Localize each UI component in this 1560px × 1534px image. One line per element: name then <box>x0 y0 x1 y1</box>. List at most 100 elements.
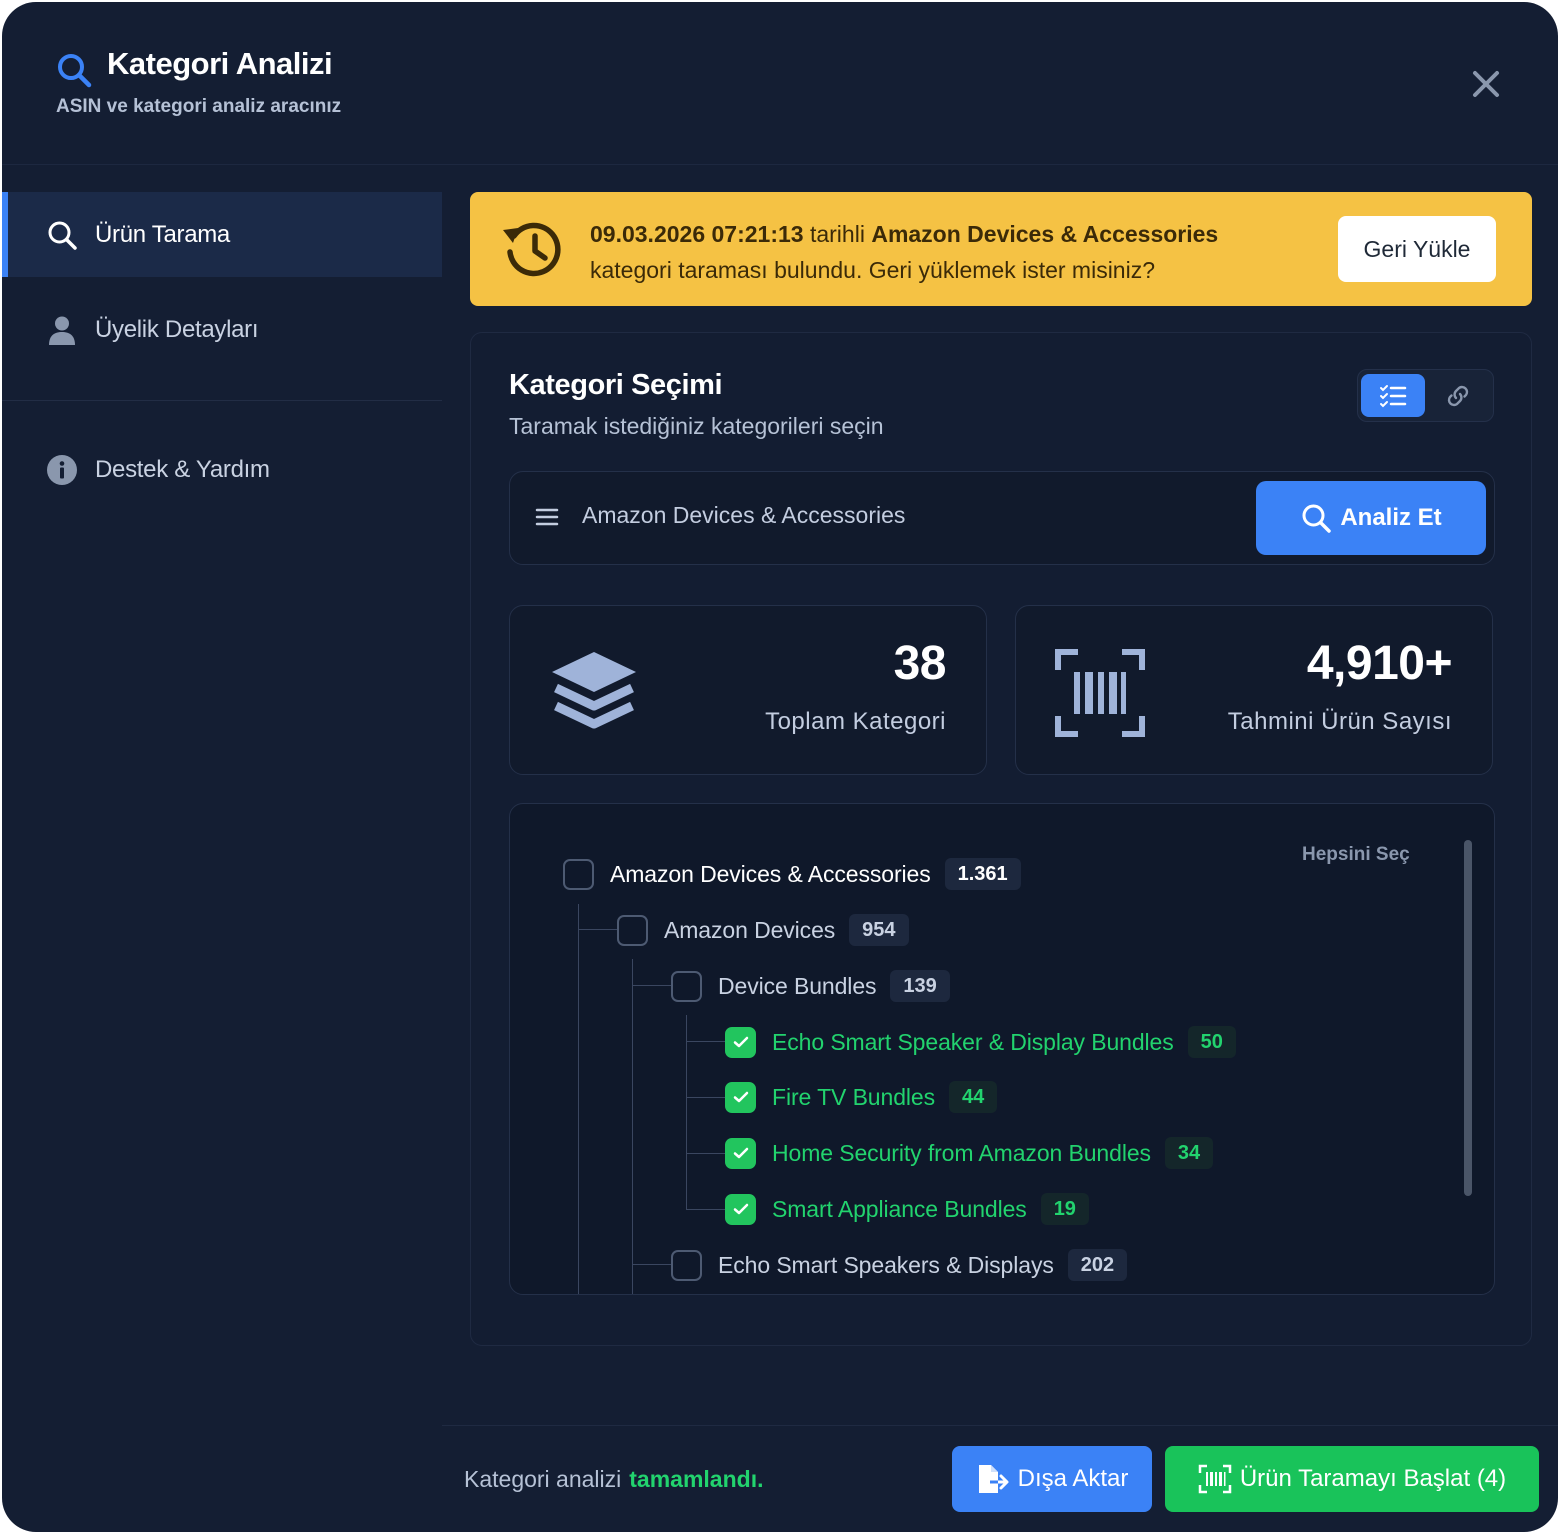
search-icon <box>46 219 78 251</box>
category-tree: Hepsini Seç Amazon Devices & Accessories… <box>509 803 1495 1295</box>
tree-guide <box>578 904 579 1294</box>
select-all-button[interactable]: Hepsini Seç <box>1302 844 1410 866</box>
status-value: tamamlandı. <box>629 1466 764 1492</box>
check-icon <box>733 1147 748 1159</box>
tree-guide <box>578 929 618 930</box>
panel-subtitle: Taramak istediğiniz kategorileri seçin <box>509 413 884 439</box>
sidebar-item-urun-tarama[interactable]: Ürün Tarama <box>2 192 442 277</box>
tree-row[interactable]: Echo Smart Speaker & Display Bundles 50 <box>725 1022 1236 1062</box>
checkbox[interactable] <box>671 1249 702 1281</box>
tree-row-label: Fire TV Bundles <box>772 1083 935 1110</box>
sidebar-item-label: Ürün Tarama <box>95 220 230 248</box>
check-icon <box>733 1091 748 1103</box>
tree-row-label: Smart Appliance Bundles <box>772 1195 1027 1222</box>
checkbox[interactable] <box>563 858 594 890</box>
app-window: Kategori Analizi ASIN ve kategori analiz… <box>2 2 1558 1532</box>
tree-row[interactable]: Home Security from Amazon Bundles 34 <box>725 1133 1214 1173</box>
checkbox[interactable] <box>725 1193 756 1225</box>
tree-row[interactable]: Amazon Devices 954 <box>617 910 909 950</box>
header: Kategori Analizi ASIN ve kategori analiz… <box>2 2 1558 165</box>
panel-title: Kategori Seçimi <box>509 369 723 401</box>
barcode-icon <box>1055 649 1145 737</box>
start-scan-label: Ürün Taramayı Başlat (4) <box>1239 1465 1507 1492</box>
check-icon <box>733 1203 748 1215</box>
count-badge: 139 <box>890 970 950 1002</box>
count-badge: 19 <box>1040 1193 1089 1225</box>
tree-row[interactable]: Amazon Devices & Accessories 1.361 <box>563 854 1021 894</box>
sidebar-item-label: Destek & Yardım <box>95 455 270 483</box>
sidebar: Ürün Tarama Üyelik Detayları Destek & Ya… <box>2 165 442 1532</box>
view-mode-toggle <box>1357 369 1494 422</box>
total-categories-card: 38 Toplam Kategori <box>509 605 987 775</box>
tree-guide <box>686 1097 726 1098</box>
tree-guide <box>686 1209 726 1210</box>
count-badge: 202 <box>1067 1249 1128 1281</box>
check-icon <box>733 1036 748 1048</box>
app-subtitle: ASIN ve kategori analiz aracınız <box>56 96 342 117</box>
search-icon <box>58 54 92 88</box>
start-scan-button[interactable]: Ürün Taramayı Başlat (4) <box>1165 1446 1539 1512</box>
checkbox[interactable] <box>617 914 648 946</box>
tree-row-label: Echo Smart Speaker & Display Bundles <box>772 1028 1174 1055</box>
analyze-button[interactable]: Analiz Et <box>1256 481 1486 555</box>
info-icon <box>46 454 78 486</box>
count-badge: 954 <box>849 914 909 946</box>
banner-line2: kategori taraması bulundu. Geri yüklemek… <box>590 257 1156 283</box>
search-icon <box>1302 504 1332 533</box>
tree-row[interactable]: Fire TV Bundles 44 <box>725 1077 998 1117</box>
total-categories-value: 38 <box>893 637 947 690</box>
app-title: Kategori Analizi <box>107 46 333 81</box>
tree-row[interactable]: Echo Smart Speakers & Displays 202 <box>671 1245 1128 1285</box>
total-categories-label: Toplam Kategori <box>765 708 946 735</box>
banner-mid: tarihli <box>803 221 872 247</box>
count-badge: 44 <box>948 1081 998 1113</box>
menu-icon[interactable] <box>534 504 560 530</box>
file-export-icon <box>978 1465 1009 1493</box>
tree-guide <box>686 1041 726 1042</box>
count-badge: 34 <box>1164 1137 1214 1169</box>
tree-row-label: Amazon Devices <box>664 916 836 943</box>
link-icon <box>1447 385 1469 406</box>
checkbox[interactable] <box>671 970 702 1002</box>
link-view-button[interactable] <box>1426 374 1490 417</box>
close-icon[interactable] <box>1466 64 1506 104</box>
tree-row-label: Amazon Devices & Accessories <box>610 860 931 887</box>
list-view-button[interactable] <box>1361 374 1425 417</box>
analyze-label: Analiz Et <box>1340 504 1442 531</box>
tree-guide <box>632 1264 672 1265</box>
tree-row-label: Home Security from Amazon Bundles <box>772 1139 1151 1166</box>
count-badge: 1.361 <box>944 858 1021 890</box>
tree-guide <box>632 985 672 986</box>
estimated-products-card: 4,910+ Tahmini Ürün Sayısı <box>1015 605 1493 775</box>
scrollbar[interactable] <box>1464 840 1472 1196</box>
tree-row-label: Device Bundles <box>718 972 877 999</box>
restore-banner: 09.03.2026 07:21:13 tarihli Amazon Devic… <box>470 192 1532 306</box>
history-icon <box>503 222 561 277</box>
checklist-icon <box>1380 384 1407 407</box>
restore-button[interactable]: Geri Yükle <box>1338 216 1496 282</box>
tree-guide <box>686 1015 687 1209</box>
export-label: Dışa Aktar <box>1017 1465 1129 1492</box>
user-icon <box>46 314 78 346</box>
count-badge: 50 <box>1187 1026 1236 1058</box>
banner-category: Amazon Devices & Accessories <box>871 221 1219 247</box>
tree-guide <box>686 1153 726 1154</box>
estimated-products-label: Tahmini Ürün Sayısı <box>1227 708 1452 735</box>
category-search-bar: Amazon Devices & Accessories Analiz Et <box>509 471 1495 565</box>
banner-date: 09.03.2026 07:21:13 <box>590 221 804 247</box>
sidebar-item-label: Üyelik Detayları <box>95 315 259 343</box>
category-search-input[interactable]: Amazon Devices & Accessories <box>582 502 905 529</box>
status-text: Kategori analizi tamamlandı. <box>464 1466 763 1493</box>
tree-row[interactable]: Device Bundles 139 <box>671 966 950 1006</box>
tree-row-label: Echo Smart Speakers & Displays <box>718 1251 1054 1278</box>
sidebar-item-destek[interactable]: Destek & Yardım <box>2 427 442 512</box>
checkbox[interactable] <box>725 1081 756 1113</box>
checkbox[interactable] <box>725 1137 756 1169</box>
sidebar-item-uyelik[interactable]: Üyelik Detayları <box>2 287 442 372</box>
checkbox[interactable] <box>725 1026 756 1058</box>
export-button[interactable]: Dışa Aktar <box>952 1446 1152 1512</box>
category-selection-panel: Kategori Seçimi Taramak istediğiniz kate… <box>470 332 1532 1346</box>
footer-divider <box>442 1425 1558 1426</box>
status-prefix: Kategori analizi <box>464 1466 622 1492</box>
tree-row[interactable]: Smart Appliance Bundles 19 <box>725 1189 1089 1229</box>
